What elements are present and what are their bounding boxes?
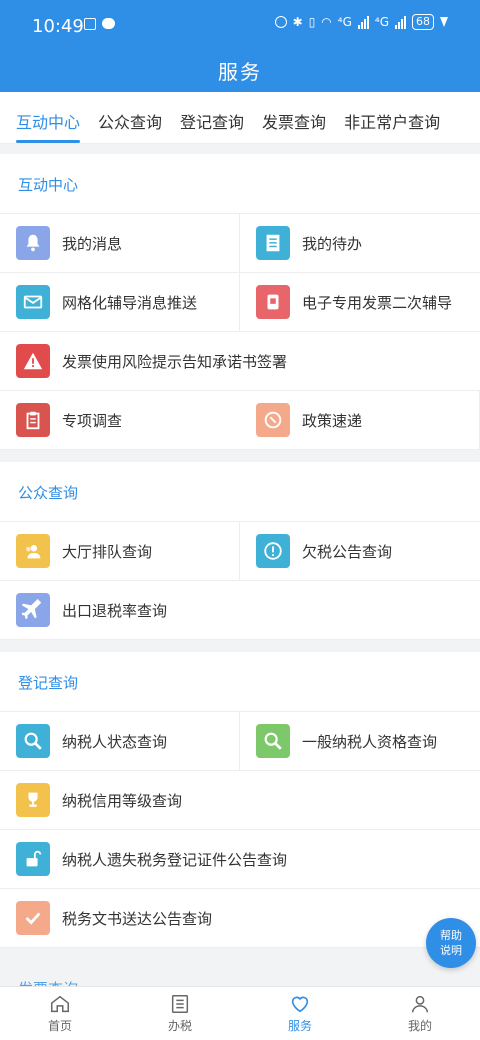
service-hall-queue[interactable]: 大厅排队查询 xyxy=(0,522,240,581)
warning-icon xyxy=(16,344,50,378)
service-general-taxpayer[interactable]: 一般纳税人资格查询 xyxy=(240,712,480,771)
service-credit-rating[interactable]: 纳税信用等级查询 xyxy=(0,771,480,830)
bluetooth-icon: ✱ xyxy=(292,15,303,29)
charging-icon xyxy=(440,17,448,27)
help-button[interactable]: 帮助 说明 xyxy=(426,918,476,968)
network-type-2: ⁴G xyxy=(374,15,389,29)
section-title: 登记查询 xyxy=(0,652,480,712)
service-label: 税务文书送达公告查询 xyxy=(62,909,213,928)
signal-icon-2 xyxy=(395,15,406,29)
status-left-icons xyxy=(84,18,115,30)
tab-bar: 互动中心 公众查询 登记查询 发票查询 非正常户查询 xyxy=(0,92,480,144)
tab-dengji[interactable]: 登记查询 xyxy=(180,92,244,143)
service-grid-push[interactable]: 网格化辅导消息推送 xyxy=(0,273,240,332)
check-icon xyxy=(16,901,50,935)
compass-icon xyxy=(256,403,290,437)
nav-mine[interactable]: 我的 xyxy=(360,987,480,1040)
page-title: 服务 xyxy=(218,60,262,84)
document-icon xyxy=(256,226,290,260)
battery-level: 68 xyxy=(412,14,434,30)
service-e-invoice-guide[interactable]: 电子专用发票二次辅导 xyxy=(240,273,480,332)
service-policy-express[interactable]: 政策速递 xyxy=(240,391,480,450)
section-gongzhong: 公众查询 大厅排队查询 欠税公告查询 出口退税率查询 xyxy=(0,462,480,640)
bell-icon xyxy=(16,226,50,260)
service-label: 我的消息 xyxy=(62,234,123,253)
service-label: 发票使用风险提示告知承诺书签署 xyxy=(62,352,288,371)
service-my-todo[interactable]: 我的待办 xyxy=(240,214,480,273)
list-icon xyxy=(171,995,189,1013)
vibrate-icon: ▯ xyxy=(308,15,316,29)
nav-label: 办税 xyxy=(167,1019,192,1033)
nav-tax[interactable]: 办税 xyxy=(120,987,240,1040)
app-header: 10:49 ✱ ▯ ◠ ⁴G ⁴G 68 服务 xyxy=(0,0,480,92)
service-invoice-risk-commitment[interactable]: 发票使用风险提示告知承诺书签署 xyxy=(0,332,480,391)
tab-fapiao[interactable]: 发票查询 xyxy=(262,92,326,143)
nav-label: 服务 xyxy=(287,1019,312,1033)
service-label: 电子专用发票二次辅导 xyxy=(302,293,453,312)
service-label: 一般纳税人资格查询 xyxy=(302,732,438,751)
tab-abnormal[interactable]: 非正常户查询 xyxy=(344,92,440,143)
bottom-nav: 首页 办税 服务 我的 xyxy=(0,986,480,1040)
envelope-icon xyxy=(16,285,50,319)
help-line-1: 帮助 xyxy=(440,929,462,942)
service-label: 我的待办 xyxy=(302,234,363,253)
signal-icon xyxy=(357,15,369,29)
service-tax-arrears[interactable]: 欠税公告查询 xyxy=(240,522,480,581)
service-label: 专项调查 xyxy=(62,411,123,430)
service-special-survey[interactable]: 专项调查 xyxy=(0,391,240,450)
nav-home[interactable]: 首页 xyxy=(0,987,120,1040)
service-export-rebate-rate[interactable]: 出口退税率查询 xyxy=(0,581,480,640)
section-hudong: 互动中心 我的消息 我的待办 网格化辅导消息推送 电子专用发票二次辅导 发票使用… xyxy=(0,154,480,450)
network-type-1: ⁴G xyxy=(337,15,352,29)
service-list: 互动中心 我的消息 我的待办 网格化辅导消息推送 电子专用发票二次辅导 发票使用… xyxy=(0,154,480,986)
search-green-icon xyxy=(256,724,290,758)
chat-notification-icon xyxy=(102,18,115,29)
wifi-icon: ◠ xyxy=(321,15,332,29)
section-title: 公众查询 xyxy=(0,462,480,522)
alarm-icon xyxy=(274,16,287,28)
trophy-icon xyxy=(16,783,50,817)
service-label: 欠税公告查询 xyxy=(302,542,393,561)
tab-hudong[interactable]: 互动中心 xyxy=(16,92,81,143)
nav-label: 我的 xyxy=(407,1019,432,1033)
nav-service[interactable]: 服务 xyxy=(240,987,360,1040)
service-label: 纳税人状态查询 xyxy=(62,732,168,751)
alert-icon xyxy=(256,534,290,568)
user-icon xyxy=(411,995,429,1013)
service-lost-certificate[interactable]: 纳税人遗失税务登记证件公告查询 xyxy=(0,830,480,889)
clipboard-icon xyxy=(16,403,50,437)
home-icon xyxy=(51,995,69,1013)
status-right-icons: ✱ ▯ ◠ ⁴G ⁴G 68 xyxy=(274,14,448,30)
invoice-icon xyxy=(256,285,290,319)
status-time: 10:49 xyxy=(32,16,84,37)
section-title: 互动中心 xyxy=(0,154,480,214)
unlock-icon xyxy=(16,842,50,876)
tab-gongzhong[interactable]: 公众查询 xyxy=(98,92,162,143)
service-label: 网格化辅导消息推送 xyxy=(62,293,198,312)
service-label: 纳税人遗失税务登记证件公告查询 xyxy=(62,850,288,869)
notification-app-icon xyxy=(84,18,96,30)
service-label: 纳税信用等级查询 xyxy=(62,791,183,810)
magnifier-icon xyxy=(16,724,50,758)
service-label: 政策速递 xyxy=(302,411,363,430)
heart-icon xyxy=(291,996,309,1013)
queue-icon xyxy=(16,534,50,568)
service-document-delivery[interactable]: 税务文书送达公告查询 xyxy=(0,889,480,948)
airplane-icon xyxy=(16,593,50,627)
service-taxpayer-status[interactable]: 纳税人状态查询 xyxy=(0,712,240,771)
help-line-2: 说明 xyxy=(440,944,462,957)
service-my-messages[interactable]: 我的消息 xyxy=(0,214,240,273)
service-label: 出口退税率查询 xyxy=(62,601,168,620)
nav-label: 首页 xyxy=(47,1019,72,1033)
section-dengji: 登记查询 纳税人状态查询 一般纳税人资格查询 纳税信用等级查询 纳税人遗失税务登… xyxy=(0,652,480,948)
status-bar: 10:49 ✱ ▯ ◠ ⁴G ⁴G 68 xyxy=(0,0,480,50)
service-label: 大厅排队查询 xyxy=(62,542,153,561)
